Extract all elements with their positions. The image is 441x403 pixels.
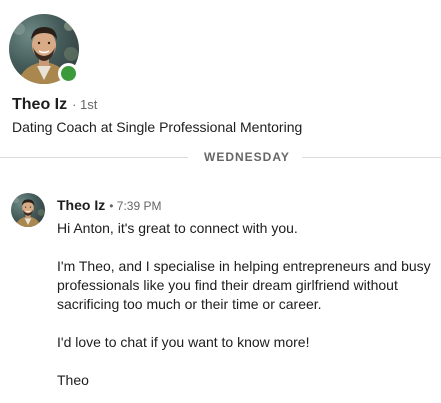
message-signature: Theo [57, 372, 89, 388]
day-divider-label: WEDNESDAY [204, 150, 290, 164]
message-paragraph: I'd love to chat if you want to know mor… [57, 334, 310, 350]
message-paragraph: I'm Theo, and I specialise in helping en… [57, 258, 431, 312]
online-status-icon [58, 63, 79, 84]
divider-line [0, 156, 188, 158]
message-header: Theo Iz • 7:39 PM [57, 197, 161, 213]
sender-photo [12, 197, 45, 227]
message-sender-name[interactable]: Theo Iz [57, 197, 105, 213]
message-timestamp: • 7:39 PM [109, 199, 162, 213]
profile-avatar-container[interactable] [9, 14, 79, 84]
day-divider: WEDNESDAY [0, 148, 441, 166]
profile-headline: Dating Coach at Single Professional Ment… [12, 119, 303, 135]
message-sender-avatar[interactable] [11, 193, 45, 227]
message-paragraph: Hi Anton, it's great to connect with you… [57, 220, 298, 236]
connection-degree: · 1st [72, 97, 98, 112]
message-body: Hi Anton, it's great to connect with you… [57, 219, 437, 390]
divider-line [301, 156, 441, 158]
profile-name[interactable]: Theo Iz [12, 96, 67, 114]
profile-name-row: Theo Iz · 1st [12, 96, 97, 114]
